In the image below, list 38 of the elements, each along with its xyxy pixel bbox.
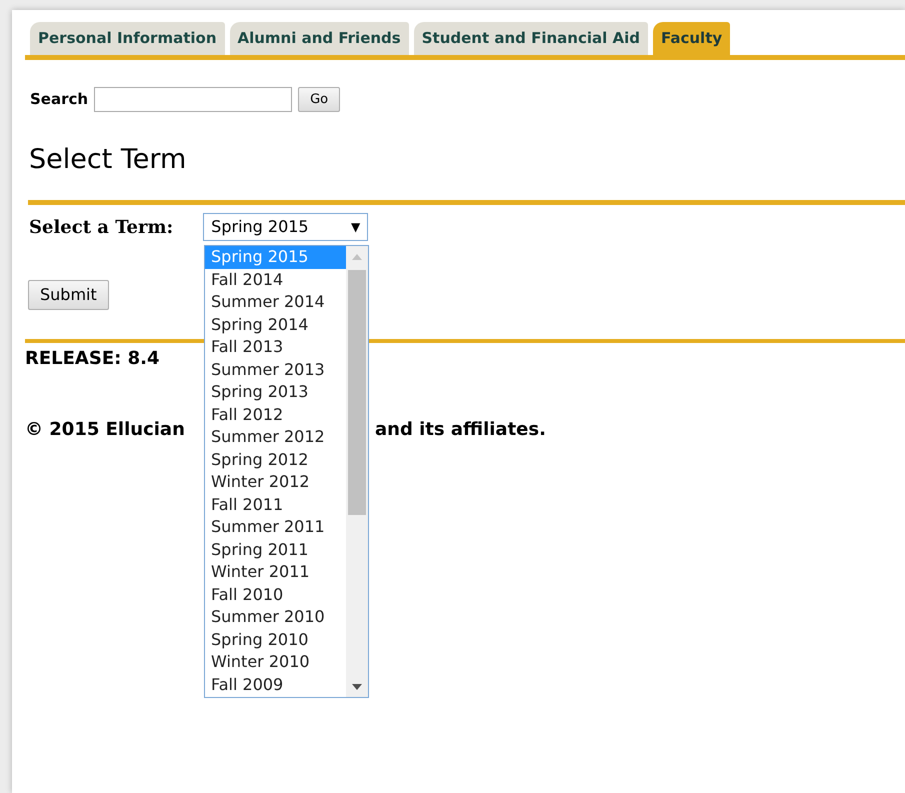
scrollbar[interactable] (346, 246, 368, 697)
page-heading: Select Term (28, 143, 188, 177)
term-option[interactable]: Winter 2011 (205, 561, 346, 584)
term-option[interactable]: Summer 2013 (205, 358, 346, 381)
nav-tab[interactable]: Alumni and Friends (230, 22, 409, 55)
term-option[interactable]: Spring 2010 (205, 628, 346, 651)
term-option[interactable]: Winter 2012 (205, 471, 346, 494)
scroll-down-icon[interactable] (352, 684, 362, 690)
term-option[interactable]: Spring 2013 (205, 381, 346, 404)
term-option[interactable]: Summer 2011 (205, 516, 346, 538)
nav-tab[interactable]: Student and Financial Aid (414, 22, 648, 55)
term-option[interactable]: Spring 2014 (205, 314, 346, 336)
term-option[interactable]: Spring 2012 (205, 448, 346, 471)
term-option[interactable]: Fall 2009 (205, 674, 346, 696)
copyright-text: and its affiliates. (375, 418, 546, 442)
term-option[interactable]: Winter 2010 (205, 651, 346, 674)
submit-button[interactable]: Submit (28, 280, 109, 310)
scroll-up-icon[interactable] (352, 254, 362, 260)
search-label: Search (30, 89, 88, 110)
term-option[interactable]: Spring 2011 (205, 538, 346, 561)
term-option[interactable]: Fall 2011 (205, 494, 346, 516)
term-option[interactable]: Summer 2012 (205, 426, 346, 448)
term-option[interactable]: Fall 2013 (205, 336, 346, 358)
nav-tab[interactable]: Personal Information (30, 22, 224, 55)
nav-tab[interactable]: Faculty (653, 22, 730, 55)
term-label: Select a Term: (29, 216, 174, 240)
go-button[interactable]: Go (298, 87, 340, 112)
scrollbar-thumb[interactable] (348, 270, 366, 515)
term-option[interactable]: Fall 2010 (205, 584, 346, 606)
term-option[interactable]: Summer 2014 (205, 291, 346, 314)
term-option[interactable]: Fall 2014 (205, 268, 346, 291)
release-label: RELEASE: 8.4 (25, 347, 160, 371)
copyright-text: © 2015 Ellucian (25, 418, 185, 442)
term-select[interactable]: Spring 2015 ▼ (203, 213, 368, 241)
term-option[interactable]: Summer 2010 (205, 606, 346, 628)
term-option[interactable]: Fall 2012 (205, 404, 346, 426)
caret-icon: ▼ (350, 218, 360, 236)
search-field[interactable] (94, 87, 292, 112)
